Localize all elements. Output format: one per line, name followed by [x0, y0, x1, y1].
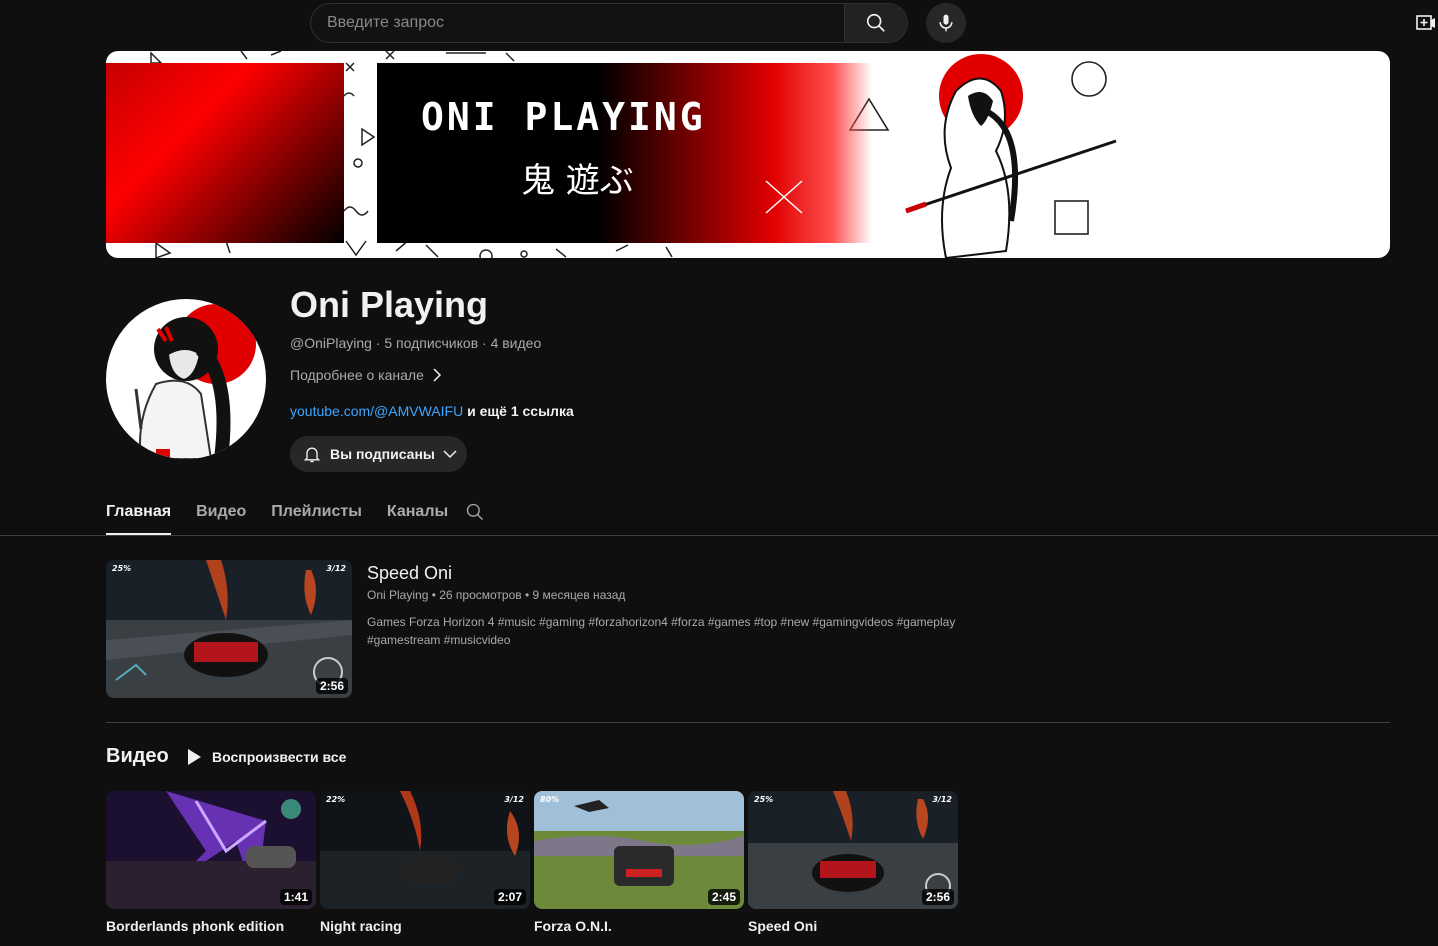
featured-video-description: Games Forza Horizon 4 #music #gaming #fo…	[367, 615, 956, 647]
tab-videos[interactable]: Видео	[196, 500, 246, 535]
hud-position: 3/12	[932, 795, 952, 804]
banner-overlay-marks	[765, 54, 1117, 258]
banner-subtitle: 鬼 遊ぶ	[521, 161, 634, 201]
search-icon	[866, 13, 885, 32]
duration-badge: 2:07	[493, 889, 526, 905]
hud-position: 3/12	[326, 564, 346, 573]
hud-progress: 22%	[326, 795, 346, 804]
video-card[interactable]: 22% 3/12 2:07 Night racing	[320, 791, 530, 934]
video-card[interactable]: 1:41 Borderlands phonk edition	[106, 791, 316, 934]
hud-progress: 25%	[754, 795, 774, 804]
channel-search-button[interactable]	[465, 502, 485, 527]
search-button[interactable]	[844, 4, 907, 42]
subscribed-button[interactable]: Вы подписаны	[290, 436, 467, 472]
channel-banner: ONI PLAYING 鬼 遊ぶ	[106, 51, 1390, 258]
video-title[interactable]: Speed Oni	[748, 918, 958, 934]
tab-channels[interactable]: Каналы	[387, 500, 448, 535]
duration-badge: 2:56	[921, 889, 954, 905]
channel-links: youtube.com/@AMVWAIFU и ещё 1 ссылка	[290, 403, 574, 419]
channel-name: Oni Playing	[290, 284, 489, 325]
microphone-icon	[939, 14, 953, 32]
play-all-button[interactable]: Воспроизвести все	[186, 746, 346, 768]
channel-tabs: Главная Видео Плейлисты Каналы	[106, 500, 473, 535]
banner-title: ONI PLAYING	[421, 95, 706, 139]
video-thumbnail[interactable]: 22% 3/12 2:07	[320, 791, 530, 909]
duration-badge: 2:56	[315, 678, 348, 694]
videos-section-title[interactable]: Видео	[106, 745, 169, 768]
thumbnail-image	[106, 560, 352, 698]
tab-home[interactable]: Главная	[106, 500, 172, 535]
hud-position: 3/12	[504, 795, 524, 804]
video-thumbnail[interactable]: 25% 3/12 2:56	[748, 791, 958, 909]
featured-video-title[interactable]: Speed Oni	[367, 563, 452, 584]
play-icon	[188, 749, 201, 765]
subscribed-label: Вы подписаны	[330, 446, 435, 462]
tabs-divider	[0, 535, 1438, 536]
hud-progress: 80%	[540, 795, 560, 804]
video-card[interactable]: 80% 2:45 Forza O.N.I.	[534, 791, 744, 934]
section-divider	[106, 722, 1390, 723]
search-icon	[466, 503, 483, 520]
about-channel-label: Подробнее о канале	[290, 367, 424, 383]
video-title[interactable]: Forza O.N.I.	[534, 918, 744, 934]
video-card[interactable]: 25% 3/12 2:56 Speed Oni	[748, 791, 958, 934]
featured-video-meta: Oni Playing • 26 просмотров • 9 месяцев …	[367, 588, 626, 602]
chevron-right-icon	[433, 368, 441, 382]
more-links-button[interactable]: и ещё 1 ссылка	[463, 403, 574, 419]
voice-search-button[interactable]	[926, 3, 966, 43]
about-channel-link[interactable]: Подробнее о канале	[290, 367, 442, 383]
search-bar	[310, 3, 908, 43]
video-thumbnail[interactable]: 1:41	[106, 791, 316, 909]
external-link[interactable]: youtube.com/@AMVWAIFU	[290, 403, 463, 419]
bell-icon	[303, 447, 321, 463]
video-title[interactable]: Night racing	[320, 918, 530, 934]
create-video-icon[interactable]	[1416, 14, 1436, 37]
video-title[interactable]: Borderlands phonk edition	[106, 918, 316, 934]
video-thumbnail[interactable]: 80% 2:45	[534, 791, 744, 909]
tab-playlists[interactable]: Плейлисты	[271, 500, 362, 535]
duration-badge: 1:41	[279, 889, 312, 905]
play-all-label: Воспроизвести все	[212, 749, 347, 765]
featured-video-thumbnail[interactable]: 25% 3/12 2:56	[106, 560, 352, 698]
channel-meta: @OniPlaying · 5 подписчиков · 4 видео	[290, 335, 542, 351]
duration-badge: 2:45	[707, 889, 740, 905]
channel-avatar[interactable]	[106, 299, 266, 459]
chevron-down-icon	[443, 450, 457, 459]
hud-progress: 25%	[112, 564, 132, 573]
search-input[interactable]	[311, 4, 847, 42]
